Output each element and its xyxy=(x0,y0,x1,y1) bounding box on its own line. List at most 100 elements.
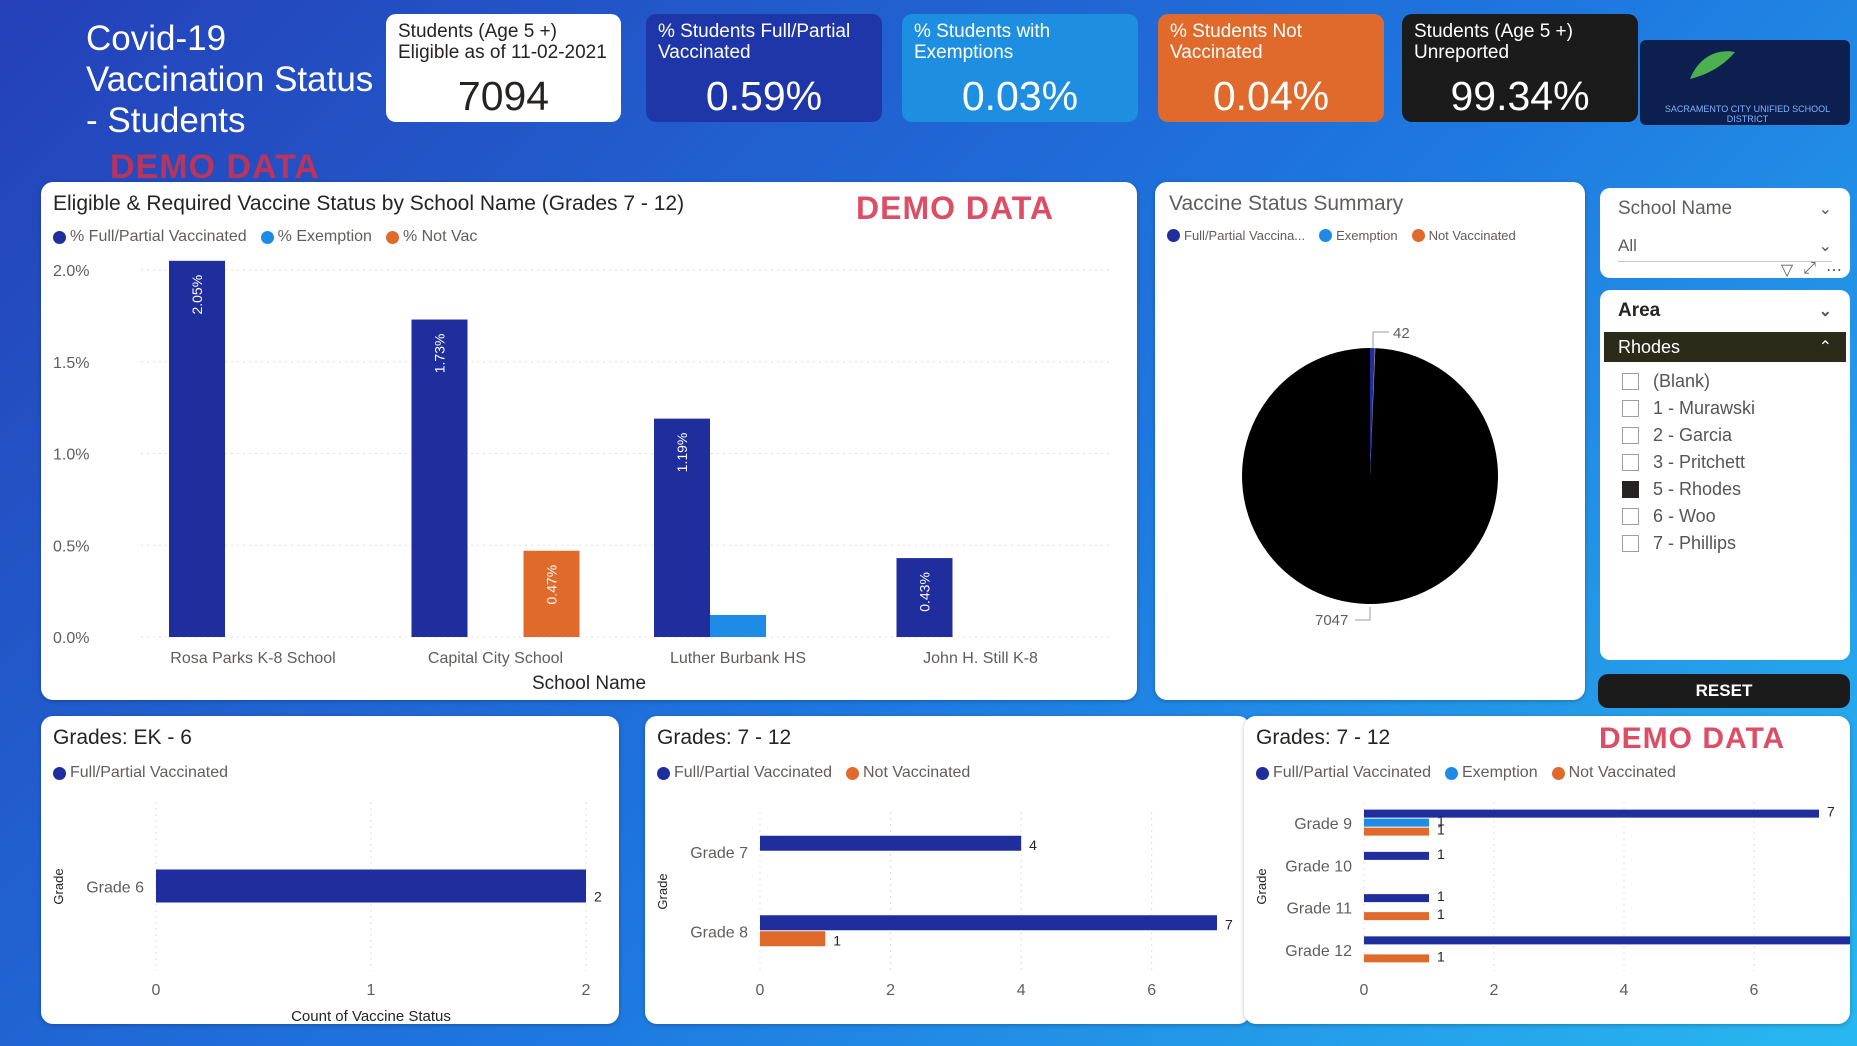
area-option[interactable]: 6 - Woo xyxy=(1622,503,1850,530)
school-name-dropdown[interactable]: All ⌄ xyxy=(1618,230,1832,262)
checkbox[interactable] xyxy=(1622,508,1639,525)
bar-0 xyxy=(169,260,225,637)
kpi-label: % Students with Exemptions xyxy=(914,21,1051,63)
checkbox[interactable] xyxy=(1622,454,1639,471)
y-tick-label: 1.0% xyxy=(53,447,89,464)
area-option[interactable]: 7 - Phillips xyxy=(1622,530,1850,557)
x-tick-label: John H. Still K-8 xyxy=(923,650,1038,667)
area-option-label: 7 - Phillips xyxy=(1653,533,1737,553)
pie-data-label: 42 xyxy=(1393,325,1410,342)
chevron-down-icon: ⌄ xyxy=(1818,201,1832,218)
x-tick-label: 6 xyxy=(1750,982,1759,999)
y-tick-label: Grade 9 xyxy=(1294,816,1352,833)
focus-mode-icon[interactable]: ⤢ xyxy=(1803,260,1816,280)
area-option-label: 1 - Murawski xyxy=(1653,398,1756,418)
kpi-value: 0.03% xyxy=(961,73,1079,119)
bar-1 xyxy=(710,614,766,637)
kpi-label: % Students Full/Partial Vaccinated xyxy=(658,21,851,63)
bar-data-label: 1 xyxy=(1437,906,1445,922)
kpi-value: 0.04% xyxy=(1212,73,1330,119)
district-logo: SACRAMENTO CITY UNIFIED SCHOOL DISTRICT xyxy=(1640,40,1850,125)
filter-icon[interactable]: ▽ xyxy=(1781,260,1793,280)
x-tick-label: 4 xyxy=(1620,982,1629,999)
bar-data-label: 1 xyxy=(1437,822,1445,838)
bar-0 xyxy=(1364,809,1819,818)
chevron-down-icon: ⌄ xyxy=(1818,303,1832,320)
more-options-icon[interactable]: ⋯ xyxy=(1826,260,1842,280)
x-axis-title: School Name xyxy=(532,673,646,694)
y-axis-title: Grade xyxy=(1254,868,1269,904)
x-tick-label: 1 xyxy=(367,982,376,999)
y-tick-label: Grade 8 xyxy=(690,924,748,941)
x-tick-label: 0 xyxy=(152,982,161,999)
checkbox[interactable] xyxy=(1622,427,1639,444)
y-axis-title: Grade xyxy=(51,868,66,904)
x-tick-label: 2 xyxy=(1490,982,1499,999)
bar-0 xyxy=(760,835,1022,851)
area-option[interactable]: 5 - Rhodes xyxy=(1622,476,1850,503)
area-option-label: 6 - Woo xyxy=(1653,506,1716,526)
bar-data-label: 1 xyxy=(1437,888,1445,904)
kpi-value: 0.59% xyxy=(705,73,823,119)
y-tick-label: Grade 11 xyxy=(1286,901,1352,918)
kpi-card-2: % Students with Exemptions 0.03% xyxy=(902,14,1138,122)
pie-chart-card: Vaccine Status Summary Full/Partial Vacc… xyxy=(1155,182,1585,700)
bar-0 xyxy=(156,869,586,903)
bar-data-label: 1 xyxy=(1437,948,1445,964)
bar-1 xyxy=(1364,818,1429,827)
pie-data-label: 7047 xyxy=(1315,612,1348,629)
area-option[interactable]: 2 - Garcia xyxy=(1622,422,1850,449)
pie-leader-line xyxy=(1355,607,1371,621)
checkbox[interactable] xyxy=(1622,481,1639,498)
bar-2 xyxy=(1364,954,1429,963)
area-dropdown[interactable]: Rhodes ⌃ xyxy=(1604,332,1846,362)
x-tick-label: Luther Burbank HS xyxy=(670,650,806,667)
chevron-down-icon: ⌄ xyxy=(1818,237,1832,255)
y-tick-label: Grade 6 xyxy=(86,880,144,897)
x-tick-label: 0 xyxy=(756,982,765,999)
y-tick-label: 2.0% xyxy=(53,263,89,280)
area-option-list: (Blank) 1 - Murawski 2 - Garcia 3 - Pritche… xyxy=(1600,362,1850,557)
dashboard-title: Covid-19 Vaccination Status - Students xyxy=(86,19,374,140)
bar-data-label: 2 xyxy=(594,889,602,905)
bar-data-label: 2.05% xyxy=(189,275,205,315)
bar-0 xyxy=(760,915,1217,931)
bar-data-label: 0.47% xyxy=(544,565,560,605)
pie-chart: 42 7047 xyxy=(1242,325,1499,629)
area-option-label: (Blank) xyxy=(1653,371,1711,391)
x-tick-label: 4 xyxy=(1017,982,1026,999)
area-option-label: 5 - Rhodes xyxy=(1653,479,1742,499)
checkbox[interactable] xyxy=(1622,400,1639,417)
area-selected: Rhodes xyxy=(1618,336,1681,357)
area-option[interactable]: 1 - Murawski xyxy=(1622,395,1850,422)
y-tick-label: Grade 7 xyxy=(690,845,748,862)
leaf-icon xyxy=(1690,51,1735,79)
area-option[interactable]: (Blank) xyxy=(1622,368,1850,395)
kpi-value: 99.34% xyxy=(1450,73,1590,119)
district-name: SACRAMENTO CITY UNIFIED SCHOOL DISTRICT xyxy=(1664,104,1831,124)
kpi-label: Students (Age 5 +) Unreported xyxy=(1414,21,1573,63)
bar-1 xyxy=(760,931,826,947)
grades-ek6-card: Grades: EK - 6 Full/Partial Vaccinated 0… xyxy=(41,716,619,1024)
x-tick-label: Rosa Parks K-8 School xyxy=(170,650,335,667)
kpi-card-1: % Students Full/Partial Vaccinated 0.59% xyxy=(646,14,882,122)
checkbox[interactable] xyxy=(1622,535,1639,552)
y-axis-title: Grade xyxy=(655,873,670,909)
area-option-label: 2 - Garcia xyxy=(1653,425,1733,445)
kpi-card-3: % Students Not Vaccinated 0.04% xyxy=(1158,14,1384,122)
checkbox[interactable] xyxy=(1622,373,1639,390)
y-tick-label: 1.5% xyxy=(53,355,89,372)
reset-button[interactable]: RESET xyxy=(1598,674,1850,708)
area-option[interactable]: 3 - Pritchett xyxy=(1622,449,1850,476)
bar-2 xyxy=(1364,827,1429,836)
x-tick-label: 6 xyxy=(1147,982,1156,999)
grades-7-12-card-a: Grades: 7 - 12 Full/Partial Vaccinated N… xyxy=(645,716,1250,1024)
kpi-label: % Students Not Vaccinated xyxy=(1170,21,1303,63)
grades-7-12-a-chart: 0 2 4 6 Grade Grade 7 4 Grade 8 7 1 xyxy=(655,812,1233,999)
area-slicer: Area ⌄ Rhodes ⌃ (Blank) 1 - Murawski 2 - G… xyxy=(1600,290,1850,660)
x-tick-label: 2 xyxy=(582,982,591,999)
area-slicer-title: Area xyxy=(1618,300,1661,321)
grades-ek6-chart: 0 1 2 Grade Grade 6 2 Count of Vaccine Status xyxy=(51,802,602,1024)
y-tick-label: Grade 12 xyxy=(1285,943,1352,960)
grades-7-12-b-chart: 0 2 4 6 Grade Grade 9 7 1 1 Grade 10 1 Grade 11 1 1 Gr… xyxy=(1254,802,1850,999)
